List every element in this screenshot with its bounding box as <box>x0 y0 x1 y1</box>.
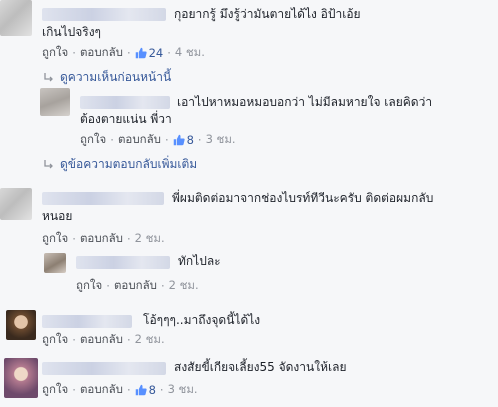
separator-dot: · <box>164 133 169 147</box>
comment-actions: ถูกใจ · ตอบกลับ · 2 ชม. <box>42 230 165 248</box>
reply-arrow-icon <box>44 159 53 168</box>
comment-text-line: ต้องตายแน่น พี่วา <box>80 112 172 126</box>
separator-dot: · <box>72 46 76 60</box>
view-more-replies-link[interactable]: ดูข้อความตอบกลับเพิ่มเติม <box>44 155 197 174</box>
reply-link[interactable]: ตอบกลับ <box>118 131 161 149</box>
commenter-name[interactable] <box>42 8 166 21</box>
comment-text-line: ทักไปละ <box>178 254 221 268</box>
comment-text-line: กุอยากรู้ มึงรู้ว่ามันตายได้ไง อิป้าเอ้ย <box>174 7 361 21</box>
comment-actions: ถูกใจ · ตอบกลับ · 8 · 3 ชม. <box>80 131 236 149</box>
view-more-replies-label: ดูข้อความตอบกลับเพิ่มเติม <box>60 157 198 171</box>
comment-text-line: สงสัยขี้เกียจเลี้ยง55 จัดงานให้เลย <box>174 360 347 374</box>
view-previous-comments-link[interactable]: ดูความเห็นก่อนหน้านี้ <box>44 68 171 87</box>
timestamp[interactable]: 2 ชม. <box>135 331 165 349</box>
separator-dot: · <box>197 133 202 147</box>
separator-dot: · <box>159 383 164 397</box>
comment-actions: ถูกใจ · ตอบกลับ · 24 · 4 ชม. <box>42 44 205 62</box>
comment-actions: ถูกใจ · ตอบกลับ · 2 ชม. <box>76 277 199 295</box>
like-count[interactable]: 24 <box>135 46 164 60</box>
avatar[interactable] <box>0 188 32 220</box>
commenter-name[interactable] <box>80 96 170 109</box>
separator-dot: · <box>110 133 114 147</box>
like-count[interactable]: 8 <box>173 133 194 147</box>
commenter-name[interactable] <box>42 192 164 205</box>
comment-text-line: พี่ผมติดต่อมาจากช่องไบรท์ทีวีนะครับ ติดต… <box>172 191 434 205</box>
thumbs-up-icon <box>173 134 185 146</box>
timestamp[interactable]: 2 ชม. <box>169 277 199 295</box>
comment-actions: ถูกใจ · ตอบกลับ · 2 ชม. <box>42 331 165 349</box>
like-count-value: 8 <box>186 133 194 147</box>
reply-link[interactable]: ตอบกลับ <box>80 44 123 62</box>
like-link[interactable]: ถูกใจ <box>80 131 106 149</box>
like-count-value: 24 <box>148 46 164 60</box>
comment-text-line: เอาไปหาหมอหมอบอกว่า ไม่มีลมหายใจ เลยคิดว… <box>177 95 433 109</box>
comment-text-line: หนอย <box>42 209 73 223</box>
separator-dot: · <box>72 383 76 397</box>
reply-link[interactable]: ตอบกลับ <box>114 277 157 295</box>
avatar[interactable] <box>6 310 36 340</box>
like-link[interactable]: ถูกใจ <box>42 44 68 62</box>
comment-text-line: โอ้ๆๆๆ..มาถึงจุดนี้ได้ไง <box>143 313 261 327</box>
separator-dot: · <box>72 333 76 347</box>
like-count-value: 8 <box>148 383 156 397</box>
reply-link[interactable]: ตอบกลับ <box>80 381 123 399</box>
like-link[interactable]: ถูกใจ <box>42 381 68 399</box>
avatar[interactable] <box>44 253 66 273</box>
timestamp[interactable]: 2 ชม. <box>135 230 165 248</box>
timestamp[interactable]: 4 ชม. <box>175 44 205 62</box>
thumbs-up-icon <box>135 47 147 59</box>
like-link[interactable]: ถูกใจ <box>76 277 102 295</box>
separator-dot: · <box>72 232 76 246</box>
like-link[interactable]: ถูกใจ <box>42 230 68 248</box>
separator-dot: · <box>126 333 131 347</box>
separator-dot: · <box>126 383 131 397</box>
avatar[interactable] <box>40 88 70 116</box>
reply-link[interactable]: ตอบกลับ <box>80 331 123 349</box>
like-count[interactable]: 8 <box>135 383 156 397</box>
separator-dot: · <box>160 279 165 293</box>
separator-dot: · <box>126 232 131 246</box>
avatar[interactable] <box>4 358 38 398</box>
commenter-name[interactable] <box>76 256 170 269</box>
timestamp[interactable]: 3 ชม. <box>168 381 198 399</box>
timestamp[interactable]: 3 ชม. <box>206 131 236 149</box>
avatar[interactable] <box>0 0 32 36</box>
view-previous-label: ดูความเห็นก่อนหน้านี้ <box>60 70 172 84</box>
thumbs-up-icon <box>135 384 147 396</box>
commenter-name[interactable] <box>42 362 166 375</box>
comment-actions: ถูกใจ · ตอบกลับ · 8 · 3 ชม. <box>42 381 198 399</box>
comment-text-line: เกินไปจริงๆ <box>42 25 102 39</box>
reply-link[interactable]: ตอบกลับ <box>80 230 123 248</box>
commenter-name[interactable] <box>42 315 132 328</box>
separator-dot: · <box>167 46 171 60</box>
separator-dot: · <box>106 279 110 293</box>
separator-dot: · <box>126 46 131 60</box>
reply-arrow-icon <box>44 72 53 81</box>
like-link[interactable]: ถูกใจ <box>42 331 68 349</box>
